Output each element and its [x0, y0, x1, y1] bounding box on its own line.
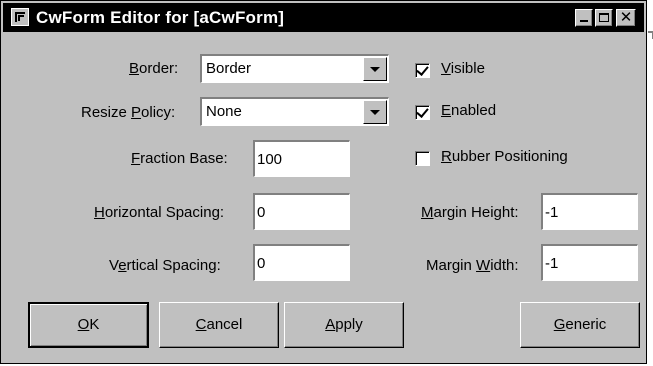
visible-label[interactable]: Visible [441, 60, 485, 77]
vertical-spacing-field[interactable] [253, 244, 350, 281]
visible-checkbox[interactable] [415, 63, 430, 78]
enabled-label[interactable]: Enabled [441, 102, 496, 119]
resize-policy-combobox-value: None [206, 103, 242, 120]
horizontal-spacing-field[interactable] [253, 193, 350, 230]
ok-button[interactable]: OK [28, 302, 149, 348]
border-combobox[interactable]: Border [200, 54, 389, 83]
rubber-positioning-label[interactable]: Rubber Positioning [441, 148, 568, 165]
rubber-positioning-checkbox[interactable] [415, 151, 430, 166]
fraction-base-label: Fraction Base: [131, 150, 228, 167]
maximize-button[interactable] [595, 9, 613, 27]
chevron-down-icon[interactable] [363, 57, 387, 81]
checkmark-icon [416, 63, 429, 76]
vertical-spacing-label: Vertical Spacing: [109, 257, 221, 274]
chevron-down-icon[interactable] [363, 100, 387, 124]
maximize-icon [599, 13, 609, 22]
border-combobox-value: Border [206, 60, 252, 77]
enabled-checkbox[interactable] [415, 105, 430, 120]
margin-height-field[interactable] [541, 193, 638, 230]
window-corner [648, 31, 653, 39]
title-bar[interactable]: CwForm Editor for [aCwForm] ✕ [3, 3, 644, 32]
minimize-button[interactable] [575, 9, 593, 27]
apply-button[interactable]: Apply [284, 302, 404, 348]
resize-policy-label: Resize Policy: [81, 104, 176, 121]
minimize-icon [580, 20, 588, 22]
fraction-base-field[interactable] [253, 140, 350, 177]
cancel-button[interactable]: Cancel [159, 302, 279, 348]
generic-button[interactable]: Generic [520, 302, 640, 348]
checkmark-icon [416, 105, 429, 118]
editor-window: CwForm Editor for [aCwForm] ✕ Border: Bo… [0, 0, 653, 364]
close-button[interactable]: ✕ [616, 9, 636, 27]
margin-width-field[interactable] [541, 244, 638, 281]
close-icon: ✕ [619, 9, 633, 26]
margin-width-label: Margin Width: [426, 257, 519, 274]
resize-policy-combobox[interactable]: None [200, 97, 389, 126]
margin-height-label: Margin Height: [421, 204, 519, 221]
window-menu-icon[interactable] [11, 8, 29, 26]
border-label: Border: [129, 60, 179, 77]
window-title: CwForm Editor for [aCwForm] [36, 8, 285, 27]
horizontal-spacing-label: Horizontal Spacing: [94, 204, 225, 221]
